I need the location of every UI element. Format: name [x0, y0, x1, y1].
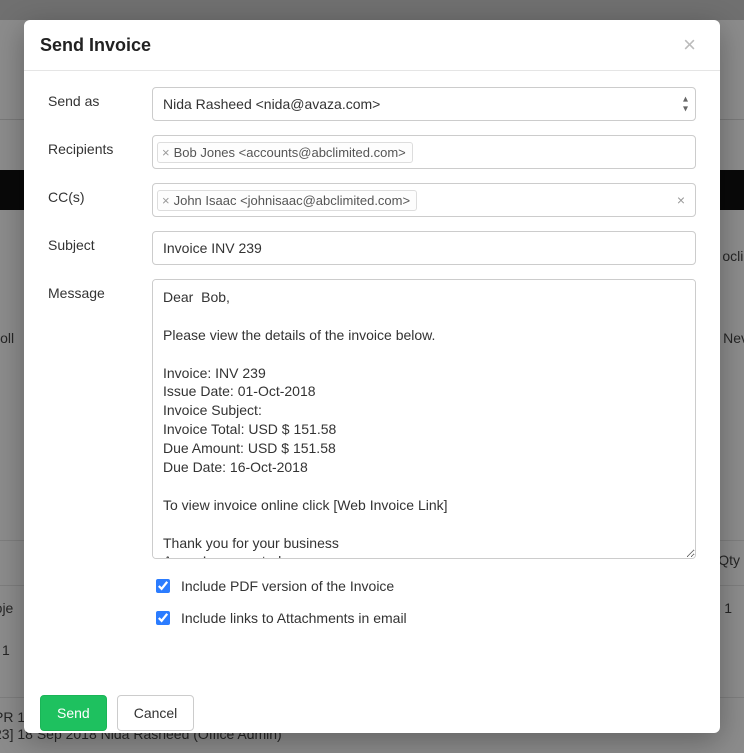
- recipient-chip[interactable]: × Bob Jones <accounts@abclimited.com>: [157, 142, 413, 163]
- subject-input[interactable]: [152, 231, 696, 265]
- clear-ccs-icon[interactable]: ×: [671, 192, 691, 208]
- modal-footer: Send Cancel: [24, 685, 720, 733]
- ccs-text-input[interactable]: [420, 189, 668, 211]
- send-as-select[interactable]: Nida Rasheed <nida@avaza.com>: [152, 87, 696, 121]
- remove-chip-icon[interactable]: ×: [162, 193, 170, 208]
- include-pdf-label: Include PDF version of the Invoice: [181, 578, 394, 594]
- remove-chip-icon[interactable]: ×: [162, 145, 170, 160]
- cancel-button[interactable]: Cancel: [117, 695, 195, 731]
- label-recipients: Recipients: [48, 135, 152, 157]
- modal-title: Send Invoice: [40, 35, 151, 56]
- modal-body: Send as Nida Rasheed <nida@avaza.com> ▾▾…: [24, 71, 720, 685]
- include-links-label: Include links to Attachments in email: [181, 610, 407, 626]
- modal-header: Send Invoice ×: [24, 20, 720, 71]
- label-send-as: Send as: [48, 87, 152, 109]
- include-links-checkbox[interactable]: [156, 611, 170, 625]
- close-button[interactable]: ×: [679, 34, 700, 56]
- label-subject: Subject: [48, 231, 152, 253]
- send-button[interactable]: Send: [40, 695, 107, 731]
- ccs-input[interactable]: × John Isaac <johnisaac@abclimited.com> …: [152, 183, 696, 217]
- message-textarea[interactable]: [152, 279, 696, 559]
- label-ccs: CC(s): [48, 183, 152, 205]
- chip-label: Bob Jones <accounts@abclimited.com>: [174, 145, 406, 160]
- label-message: Message: [48, 279, 152, 301]
- cc-chip[interactable]: × John Isaac <johnisaac@abclimited.com>: [157, 190, 417, 211]
- recipients-input[interactable]: × Bob Jones <accounts@abclimited.com>: [152, 135, 696, 169]
- chip-label: John Isaac <johnisaac@abclimited.com>: [174, 193, 411, 208]
- recipients-text-input[interactable]: [416, 141, 691, 163]
- include-pdf-checkbox[interactable]: [156, 579, 170, 593]
- send-invoice-modal: Send Invoice × Send as Nida Rasheed <nid…: [24, 20, 720, 733]
